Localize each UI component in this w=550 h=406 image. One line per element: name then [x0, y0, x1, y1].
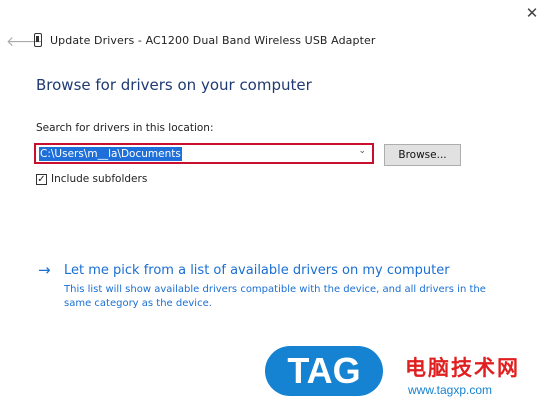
window-title: Update Drivers - AC1200 Dual Band Wirele…	[50, 34, 376, 47]
include-subfolders-checkbox[interactable]: ✓	[36, 174, 47, 185]
search-location-label: Search for drivers in this location:	[36, 122, 214, 134]
driver-path-value[interactable]: C:\Users\m__la\Documents	[39, 147, 182, 161]
chevron-down-icon[interactable]: ⌄	[358, 146, 366, 156]
title-bar: ✕ 🡐 Update Drivers - AC1200 Dual Band Wi…	[0, 0, 550, 70]
pick-driver-description: This list will show available drivers co…	[64, 284, 486, 309]
include-subfolders-label[interactable]: Include subfolders	[51, 173, 147, 185]
watermark-site-name: 电脑技术网	[405, 356, 520, 380]
page-heading: Browse for drivers on your computer	[36, 76, 312, 94]
usb-device-icon	[34, 33, 42, 47]
close-icon[interactable]: ✕	[523, 4, 541, 22]
watermark: TAG 电脑技术网 www.tagxp.com	[245, 346, 550, 406]
driver-path-combobox[interactable]: C:\Users\m__la\Documents ⌄	[34, 143, 374, 164]
watermark-url: www.tagxp.com	[408, 383, 493, 397]
tag-logo: TAG	[265, 346, 383, 396]
browse-button[interactable]: Browse...	[384, 144, 461, 166]
pick-driver-list-link[interactable]: Let me pick from a list of available dri…	[64, 263, 450, 278]
arrow-right-icon[interactable]: →	[38, 261, 51, 279]
